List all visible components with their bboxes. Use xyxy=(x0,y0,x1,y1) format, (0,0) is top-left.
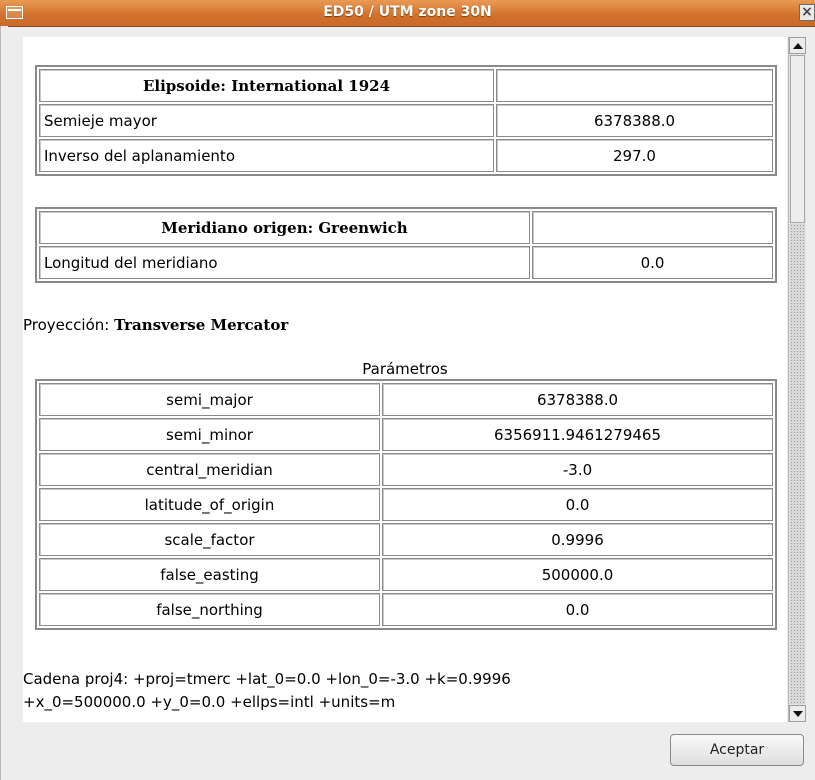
meridian-longitude-label: Longitud del meridiano xyxy=(39,246,530,279)
table-row: Longitud del meridiano 0.0 xyxy=(39,246,773,279)
table-row: Semieje mayor 6378388.0 xyxy=(39,104,773,137)
param-value: 0.9996 xyxy=(382,523,773,556)
table-row: latitude_of_origin 0.0 xyxy=(39,488,773,521)
window-title: ED50 / UTM zone 30N xyxy=(323,4,492,20)
meridian-longitude-value: 0.0 xyxy=(532,246,773,279)
parameters-table: semi_major 6378388.0 semi_minor 6356911.… xyxy=(35,379,777,630)
table-row: false_northing 0.0 xyxy=(39,593,773,626)
ellipsoid-header-empty xyxy=(496,69,773,102)
table-row: scale_factor 0.9996 xyxy=(39,523,773,556)
parameters-title: Parámetros xyxy=(362,360,448,378)
ellipsoid-table: Elipsoide: International 1924 Semieje ma… xyxy=(35,65,777,176)
param-value: 500000.0 xyxy=(382,558,773,591)
scroll-down-arrow-icon[interactable] xyxy=(789,705,806,722)
semi-major-axis-value: 6378388.0 xyxy=(496,104,773,137)
param-name: scale_factor xyxy=(39,523,380,556)
close-icon[interactable]: × xyxy=(799,4,815,21)
semi-major-axis-label: Semieje mayor xyxy=(39,104,494,137)
projection-name: Transverse Mercator xyxy=(114,316,289,334)
param-name: false_northing xyxy=(39,593,380,626)
table-row: semi_major 6378388.0 xyxy=(39,383,773,416)
table-row: central_meridian -3.0 xyxy=(39,453,773,486)
projection-label: Proyección: xyxy=(23,316,115,334)
param-name: false_easting xyxy=(39,558,380,591)
param-value: -3.0 xyxy=(382,453,773,486)
table-row: false_easting 500000.0 xyxy=(39,558,773,591)
ellipsoid-header: Elipsoide: International 1924 xyxy=(39,69,494,102)
param-name: latitude_of_origin xyxy=(39,488,380,521)
prime-meridian-header-empty xyxy=(532,211,773,244)
param-value: 6356911.9461279465 xyxy=(382,418,773,451)
scrollbar-track[interactable] xyxy=(790,224,805,704)
vertical-scrollbar[interactable] xyxy=(788,37,806,722)
param-value: 0.0 xyxy=(382,593,773,626)
param-name: central_meridian xyxy=(39,453,380,486)
table-row: Inverso del aplanamiento 297.0 xyxy=(39,139,773,172)
inverse-flattening-value: 297.0 xyxy=(496,139,773,172)
scroll-up-arrow-icon[interactable] xyxy=(789,37,806,54)
scrollbar-thumb[interactable] xyxy=(790,55,805,223)
param-value: 6378388.0 xyxy=(382,383,773,416)
proj4-string-line1: Cadena proj4: +proj=tmerc +lat_0=0.0 +lo… xyxy=(23,670,511,688)
param-name: semi_major xyxy=(39,383,380,416)
prime-meridian-table: Meridiano origen: Greenwich Longitud del… xyxy=(35,207,777,283)
table-row: semi_minor 6356911.9461279465 xyxy=(39,418,773,451)
proj4-string-line2: +x_0=500000.0 +y_0=0.0 +ellps=intl +unit… xyxy=(23,693,396,711)
param-value: 0.0 xyxy=(382,488,773,521)
inverse-flattening-label: Inverso del aplanamiento xyxy=(39,139,494,172)
accept-button[interactable]: Aceptar xyxy=(670,734,804,766)
crs-info-panel: Elipsoide: International 1924 Semieje ma… xyxy=(23,37,787,722)
projection-line: Proyección: Transverse Mercator xyxy=(23,316,288,334)
param-name: semi_minor xyxy=(39,418,380,451)
window-frame xyxy=(0,26,8,780)
prime-meridian-header: Meridiano origen: Greenwich xyxy=(39,211,530,244)
window-titlebar[interactable]: ED50 / UTM zone 30N × xyxy=(0,0,815,27)
